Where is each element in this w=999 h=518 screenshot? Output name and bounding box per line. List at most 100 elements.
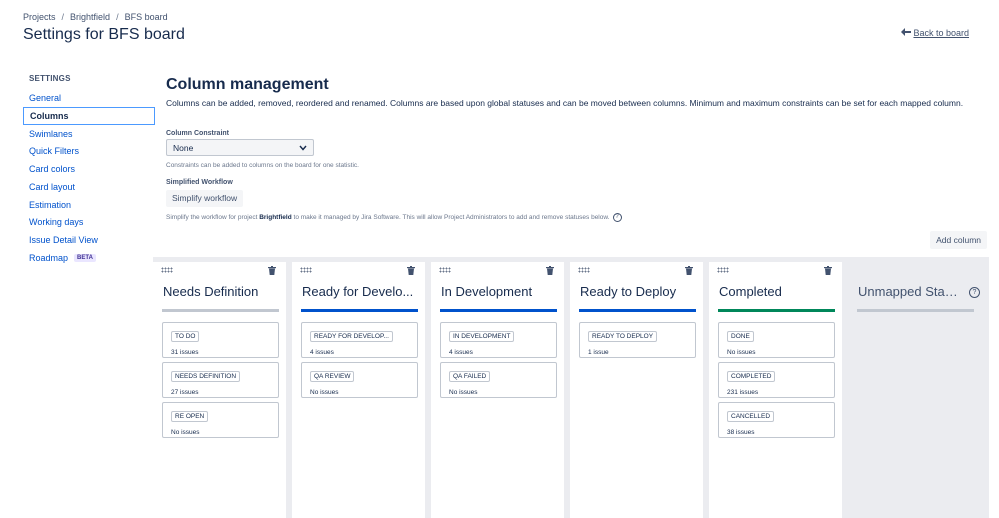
status-count: 231 issues bbox=[727, 389, 759, 396]
board-column-completed[interactable]: Completed DONE No issues COMPLETED 231 i… bbox=[709, 262, 842, 518]
sidebar-item-label: General bbox=[29, 92, 62, 103]
status-count: No issues bbox=[171, 429, 200, 436]
board-column-in-development[interactable]: In Development IN DEVELOPMENT 4 issues Q… bbox=[431, 262, 564, 518]
simplify-workflow-button[interactable]: Simplify workflow bbox=[166, 189, 244, 207]
column-title: Unmapped Stat... bbox=[858, 284, 958, 299]
question-circle-icon[interactable]: ? bbox=[612, 212, 622, 222]
status-card[interactable]: COMPLETED 231 issues bbox=[718, 362, 835, 398]
breadcrumb-board[interactable]: BFS board bbox=[125, 12, 168, 22]
status-lozenge: NEEDS DEFINITION bbox=[171, 371, 241, 382]
section-description: Columns can be added, removed, reordered… bbox=[166, 98, 964, 108]
drag-handle-icon[interactable] bbox=[439, 267, 451, 273]
arrow-left-icon bbox=[901, 28, 912, 38]
sidebar-item-label: Card colors bbox=[29, 164, 76, 175]
sidebar-item-roadmap[interactable]: Roadmap BETA bbox=[23, 249, 155, 267]
status-count: 38 issues bbox=[727, 429, 755, 436]
trash-icon[interactable] bbox=[407, 266, 415, 275]
sidebar-item-label: Working days bbox=[29, 217, 84, 228]
status-card[interactable]: IN DEVELOPMENT 4 issues bbox=[440, 322, 557, 358]
status-card[interactable]: CANCELLED 38 issues bbox=[718, 402, 835, 438]
sidebar-item-estimation[interactable]: Estimation bbox=[23, 196, 155, 214]
board-column-ready-to-deploy[interactable]: Ready to Deploy READY TO DEPLOY 1 issue bbox=[570, 262, 703, 518]
trash-icon[interactable] bbox=[546, 266, 554, 275]
status-lozenge: READY TO DEPLOY bbox=[588, 331, 658, 342]
constraint-helper: Constraints can be added to columns on t… bbox=[166, 162, 359, 169]
sidebar-item-quick-filters[interactable]: Quick Filters bbox=[23, 142, 155, 160]
trash-icon[interactable] bbox=[685, 266, 693, 275]
drag-handle-icon[interactable] bbox=[161, 267, 173, 273]
drag-handle-icon[interactable] bbox=[717, 267, 729, 273]
drag-handle-icon[interactable] bbox=[300, 267, 312, 273]
status-card[interactable]: READY FOR DEVELOP... 4 issues bbox=[301, 322, 418, 358]
simplified-workflow-label: Simplified Workflow bbox=[166, 179, 233, 186]
column-status-bar bbox=[579, 309, 696, 312]
column-status-bar bbox=[162, 309, 279, 312]
beta-badge: BETA bbox=[74, 254, 96, 263]
status-card[interactable]: DONE No issues bbox=[718, 322, 835, 358]
status-count: No issues bbox=[727, 349, 756, 356]
status-card[interactable]: QA FAILED No issues bbox=[440, 362, 557, 398]
column-title[interactable]: Ready to Deploy bbox=[580, 284, 695, 299]
sidebar-item-issue-detail-view[interactable]: Issue Detail View bbox=[23, 231, 155, 249]
unmapped-statuses-column: Unmapped Stat... ? bbox=[848, 262, 983, 518]
column-constraint-label: Column Constraint bbox=[166, 130, 229, 137]
status-count: 4 issues bbox=[310, 349, 334, 356]
sidebar-item-card-colors[interactable]: Card colors bbox=[23, 160, 155, 178]
status-lozenge: QA REVIEW bbox=[310, 371, 355, 382]
status-lozenge: READY FOR DEVELOP... bbox=[310, 331, 393, 342]
page-title: Settings for BFS board bbox=[23, 26, 185, 43]
status-card[interactable]: QA REVIEW No issues bbox=[301, 362, 418, 398]
question-circle-icon[interactable]: ? bbox=[969, 287, 980, 298]
drag-handle-icon[interactable] bbox=[578, 267, 590, 273]
sidebar-item-general[interactable]: General bbox=[23, 89, 155, 107]
sidebar-heading: SETTINGS bbox=[29, 74, 71, 83]
sidebar-item-swimlanes[interactable]: Swimlanes bbox=[23, 125, 155, 143]
sidebar-item-card-layout[interactable]: Card layout bbox=[23, 178, 155, 196]
column-title[interactable]: Ready for Develo... bbox=[302, 284, 417, 299]
column-constraint-value: None bbox=[173, 142, 194, 153]
column-board: Needs Definition TO DO 31 issues NEEDS D… bbox=[153, 257, 989, 518]
status-lozenge: RE OPEN bbox=[171, 411, 209, 422]
status-lozenge: TO DO bbox=[171, 331, 200, 342]
sidebar-item-label: Card layout bbox=[29, 181, 76, 192]
sidebar-item-working-days[interactable]: Working days bbox=[23, 214, 155, 232]
sidebar-item-columns[interactable]: Columns bbox=[23, 106, 155, 125]
status-card[interactable]: NEEDS DEFINITION 27 issues bbox=[162, 362, 279, 398]
breadcrumb-project[interactable]: Brightfield bbox=[70, 12, 110, 22]
board-column-ready-for-development[interactable]: Ready for Develo... READY FOR DEVELOP...… bbox=[292, 262, 425, 518]
trash-icon[interactable] bbox=[268, 266, 276, 275]
section-title: Column management bbox=[166, 76, 329, 93]
status-card[interactable]: TO DO 31 issues bbox=[162, 322, 279, 358]
column-status-bar bbox=[718, 309, 835, 312]
status-card[interactable]: RE OPEN No issues bbox=[162, 402, 279, 438]
back-to-board-label: Back to board bbox=[913, 28, 969, 38]
breadcrumb-projects[interactable]: Projects bbox=[23, 12, 56, 22]
add-column-button[interactable]: Add column bbox=[930, 231, 987, 249]
breadcrumb: Projects / Brightfield / BFS board bbox=[23, 12, 168, 22]
column-constraint-select[interactable]: None bbox=[166, 139, 314, 156]
column-title[interactable]: Needs Definition bbox=[163, 284, 278, 299]
back-to-board-link[interactable]: Back to board bbox=[901, 28, 969, 38]
status-count: No issues bbox=[449, 389, 478, 396]
status-lozenge: IN DEVELOPMENT bbox=[449, 331, 515, 342]
status-count: 1 issue bbox=[588, 349, 609, 356]
status-lozenge: CANCELLED bbox=[727, 411, 775, 422]
workflow-helper-post: to make it managed by Jira Software. Thi… bbox=[291, 213, 610, 221]
column-title[interactable]: Completed bbox=[719, 284, 834, 299]
status-count: 31 issues bbox=[171, 349, 199, 356]
board-column-needs-definition[interactable]: Needs Definition TO DO 31 issues NEEDS D… bbox=[153, 262, 286, 518]
column-management-section: Column management Columns can be added, … bbox=[166, 76, 986, 222]
sidebar-item-label: Roadmap bbox=[29, 253, 69, 264]
sidebar-item-label: Quick Filters bbox=[29, 146, 80, 157]
breadcrumb-separator: / bbox=[61, 12, 65, 22]
status-count: 4 issues bbox=[449, 349, 473, 356]
column-title[interactable]: In Development bbox=[441, 284, 556, 299]
sidebar-item-label: Issue Detail View bbox=[29, 235, 98, 246]
settings-sidebar: SETTINGS General Columns Swimlanes Quick… bbox=[23, 72, 155, 267]
status-card[interactable]: READY TO DEPLOY 1 issue bbox=[579, 322, 696, 358]
column-status-bar bbox=[440, 309, 557, 312]
column-status-bar bbox=[857, 309, 974, 312]
trash-icon[interactable] bbox=[824, 266, 832, 275]
status-count: 27 issues bbox=[171, 389, 199, 396]
breadcrumb-separator: / bbox=[116, 12, 119, 22]
